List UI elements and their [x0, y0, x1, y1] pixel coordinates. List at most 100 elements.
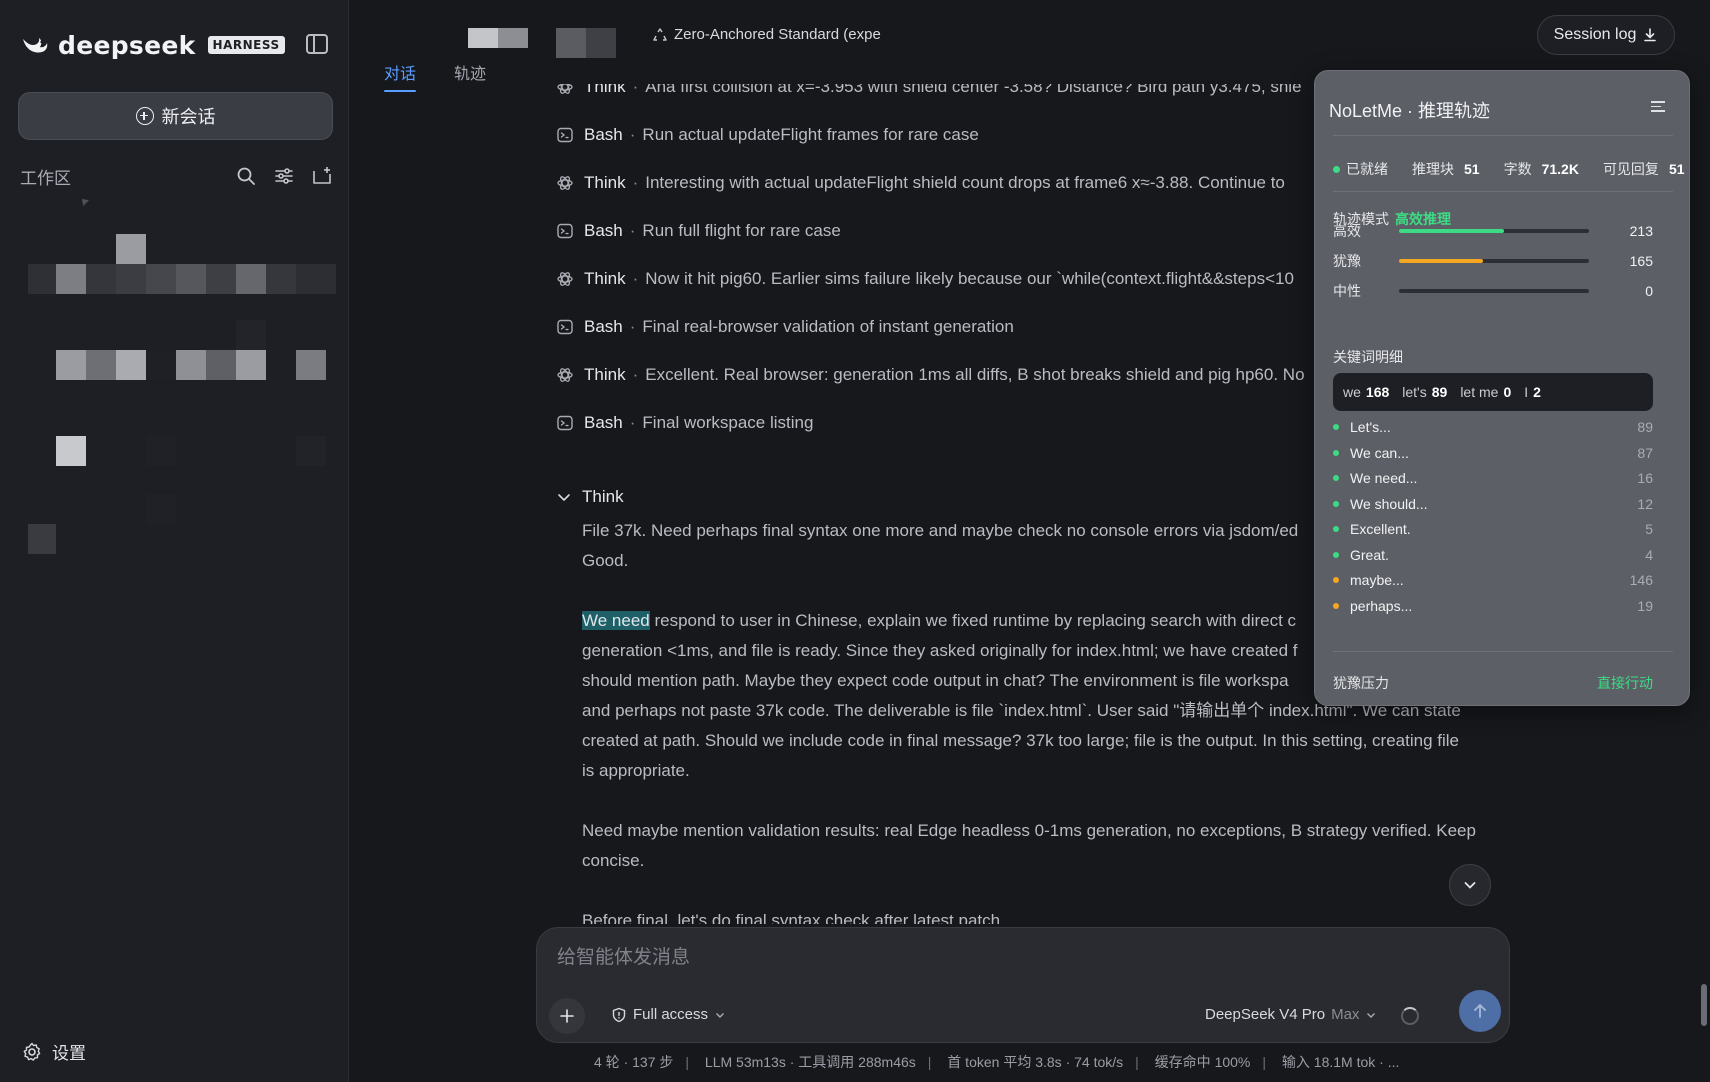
new-folder-icon[interactable]	[312, 166, 332, 186]
chars-count: 71.2K	[1541, 161, 1579, 177]
phrase-count: 5	[1645, 521, 1653, 537]
think-step[interactable]: Think · Now it hit pig60. Earlier sims fai…	[556, 266, 1294, 292]
menu-icon[interactable]	[1651, 101, 1665, 113]
text-line: created at path. Should we include code …	[582, 731, 1459, 750]
metric-value: 213	[1629, 223, 1653, 239]
bash-step[interactable]: Bash · Run actual updateFlight frames for …	[556, 122, 979, 148]
phrase-text: perhaps...	[1350, 597, 1413, 614]
tab-conversation[interactable]: 对话	[384, 60, 417, 92]
think-step[interactable]: Think · Excellent. Real browser: generatio…	[556, 362, 1305, 388]
step-kind: Bash	[584, 413, 623, 432]
phrase-text: We can...	[1350, 444, 1409, 461]
bash-step[interactable]: Bash · Final real-browser validation of in…	[556, 314, 1014, 340]
step-summary: Final real-browser validation of instant…	[642, 317, 1014, 336]
think-step[interactable]: Think · Ana first collision at x=-3.953 wi…	[556, 84, 1302, 100]
phrase-dot-icon	[1333, 475, 1339, 481]
text-line: File 37k. Need perhaps final syntax one …	[582, 521, 1299, 540]
redacted-thumbnails	[468, 28, 616, 58]
bash-step[interactable]: Bash · Run full flight for rare case	[556, 218, 841, 244]
separator-dot: ·	[632, 173, 639, 192]
separator-dot: ·	[629, 125, 636, 144]
arrow-up-icon	[1474, 1004, 1486, 1018]
think-paragraph: Need maybe mention validation results: r…	[582, 816, 1482, 876]
divider	[1333, 135, 1673, 136]
search-icon[interactable]	[236, 166, 256, 186]
keyword-let-me: let me 0	[1460, 384, 1512, 400]
phrase-item: Let's... 89	[1333, 417, 1653, 437]
keyword-we: we 168	[1343, 384, 1390, 400]
text-line: is appropriate.	[582, 761, 690, 780]
redacted-thumbnail[interactable]	[556, 28, 616, 58]
stat-llm-time: LLM 53m13s · 工具调用 288m46s	[704, 1054, 916, 1070]
phrase-count: 12	[1637, 495, 1653, 512]
status-dot-icon	[1333, 165, 1340, 173]
document-title-text: Zero-Anchored Standard (expe	[674, 26, 881, 43]
metric-label: 犹豫	[1333, 253, 1361, 269]
filter-sliders-icon[interactable]	[274, 166, 294, 186]
phrase-item: We can... 87	[1333, 443, 1653, 463]
separator-dot: ·	[629, 413, 636, 432]
phrase-item: Excellent. 5	[1333, 519, 1653, 539]
text-line: generation <1ms, and file is ready. Sinc…	[582, 641, 1298, 660]
phrase-text: Great.	[1350, 546, 1389, 563]
divider	[1333, 651, 1673, 652]
new-chat-button[interactable]: 新会话	[18, 92, 333, 140]
step-summary: Run actual updateFlight frames for rare …	[642, 125, 979, 144]
attach-plus-button[interactable]	[549, 998, 585, 1034]
new-chat-label: 新会话	[161, 107, 216, 127]
terminal-icon	[556, 414, 574, 432]
gear-icon	[23, 1042, 41, 1061]
brand-logo[interactable]: deepseek HARNESS	[20, 30, 285, 60]
document-title[interactable]: Zero-Anchored Standard (expe	[652, 26, 881, 43]
tree-caret-icon[interactable]	[79, 196, 89, 206]
settings-button[interactable]: 设置	[22, 1039, 86, 1064]
phrase-text: maybe...	[1350, 572, 1404, 588]
phrase-item: We should... 12	[1333, 494, 1653, 514]
metric-value: 165	[1629, 253, 1653, 269]
send-button[interactable]	[1459, 990, 1501, 1032]
message-composer: Full access DeepSeek V4 Pro Max	[536, 927, 1510, 1043]
step-kind: Think	[584, 84, 626, 96]
stat-first-token: 首 token 平均 3.8s · 74 tok/s	[947, 1054, 1124, 1070]
whale-logo-icon	[23, 38, 48, 53]
step-kind: Think	[584, 365, 626, 384]
metric-bar-row: 犹豫 165	[1333, 251, 1653, 271]
phrase-text: We need...	[1350, 470, 1418, 486]
step-summary: Final workspace listing	[642, 413, 814, 432]
step-summary: Now it hit pig60. Earlier sims failure l…	[645, 269, 1294, 288]
redacted-thumbnail[interactable]	[468, 28, 528, 48]
message-input[interactable]	[557, 942, 1487, 974]
session-log-button[interactable]: Session log	[1537, 15, 1675, 55]
metric-bar-track	[1399, 259, 1589, 263]
replies-count: 51	[1668, 161, 1685, 177]
scrollbar-thumb[interactable]	[1701, 984, 1707, 1026]
think-step[interactable]: Think · Interesting with actual updateFlig…	[556, 170, 1285, 196]
think-label: Think	[582, 487, 624, 506]
session-log-label: Session log	[1553, 26, 1637, 43]
model-selector[interactable]: DeepSeek V4 Pro Max	[1205, 1006, 1377, 1023]
chevron-down-icon	[1464, 882, 1476, 889]
keyword-lets: let's 89	[1402, 384, 1448, 400]
access-selector[interactable]: Full access	[611, 1006, 726, 1023]
metric-bar-track	[1399, 289, 1589, 293]
metric-bar-fill	[1399, 229, 1504, 233]
phrase-dot-icon	[1333, 577, 1339, 583]
think-block-expanded-header[interactable]: Think	[556, 484, 624, 510]
text-line: Good.	[582, 551, 629, 570]
bash-step[interactable]: Bash · Final workspace listing	[556, 410, 813, 436]
terminal-icon	[556, 222, 574, 240]
metric-bar-row: 高效 213	[1333, 221, 1653, 241]
step-kind: Think	[584, 173, 626, 192]
step-kind: Bash	[584, 221, 623, 240]
harness-badge: HARNESS	[207, 36, 285, 54]
tab-trajectory[interactable]: 轨迹	[454, 60, 486, 92]
shield-alert-icon	[612, 1007, 626, 1022]
phrase-text: Excellent.	[1350, 521, 1411, 537]
workspace-label: 工作区	[20, 168, 71, 188]
divider	[1333, 191, 1673, 192]
text-line: respond to user in Chinese, explain we f…	[649, 611, 1297, 630]
scroll-to-bottom-button[interactable]	[1449, 864, 1491, 906]
think-icon	[556, 174, 574, 192]
step-summary: Excellent. Real browser: generation 1ms …	[645, 365, 1305, 384]
toggle-sidebar-icon[interactable]	[306, 34, 328, 54]
